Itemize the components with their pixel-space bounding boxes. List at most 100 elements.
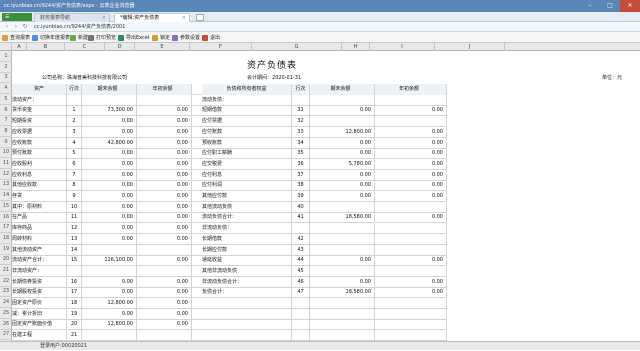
- url-field[interactable]: cc.iyunbiao.cn/9244/资产负债表/2001: [30, 23, 590, 31]
- switch-year-button[interactable]: 切换年度报表: [32, 34, 70, 42]
- table-cell[interactable]: 0.00: [137, 148, 192, 159]
- row-header[interactable]: 9: [0, 137, 12, 148]
- table-cell[interactable]: 35: [292, 148, 310, 159]
- table-cell[interactable]: [137, 266, 192, 277]
- table-cell[interactable]: 15: [67, 255, 82, 266]
- table-cell[interactable]: 0.00: [310, 148, 375, 159]
- table-cell[interactable]: 0.00: [137, 319, 192, 330]
- table-cell[interactable]: 37: [292, 170, 310, 181]
- table-cell[interactable]: 17: [67, 287, 82, 298]
- table-cell[interactable]: 固定资产账面价值: [12, 319, 67, 330]
- corner-cell[interactable]: [0, 43, 12, 51]
- col-header[interactable]: G: [252, 43, 342, 51]
- row-header[interactable]: 22: [0, 276, 12, 287]
- table-cell[interactable]: [292, 223, 310, 234]
- table-cell[interactable]: [310, 266, 375, 277]
- maximize-icon[interactable]: □: [600, 0, 620, 12]
- row-header[interactable]: 4: [0, 83, 12, 94]
- table-cell[interactable]: 12,800.00: [82, 298, 137, 309]
- table-cell[interactable]: 14: [67, 245, 82, 256]
- table-cell[interactable]: 0.00: [137, 234, 192, 245]
- table-cell[interactable]: 存货: [12, 191, 67, 202]
- col-header[interactable]: J: [435, 43, 505, 51]
- table-cell[interactable]: 其他应付款: [202, 191, 292, 202]
- table-cell[interactable]: [310, 319, 375, 330]
- table-cell[interactable]: 19: [67, 309, 82, 320]
- table-cell[interactable]: 12,800.00: [82, 319, 137, 330]
- table-cell[interactable]: 0.00: [137, 223, 192, 234]
- table-cell[interactable]: 21: [67, 330, 82, 341]
- back-icon[interactable]: ‹: [3, 23, 11, 31]
- table-cell[interactable]: 13: [67, 234, 82, 245]
- table-cell[interactable]: 0.00: [82, 170, 137, 181]
- table-cell[interactable]: 0.00: [137, 105, 192, 116]
- table-cell[interactable]: 12: [67, 223, 82, 234]
- table-cell[interactable]: 其他非流动负债: [202, 266, 292, 277]
- lock-button[interactable]: 锁定: [152, 34, 170, 42]
- exit-button[interactable]: 退出: [202, 34, 220, 42]
- col-header[interactable]: A: [12, 43, 27, 51]
- table-cell[interactable]: 0.00: [82, 148, 137, 159]
- table-cell[interactable]: 0.00: [310, 255, 375, 266]
- query-report-button[interactable]: 查询报表: [2, 34, 30, 42]
- table-cell[interactable]: 0.00: [375, 105, 447, 116]
- table-cell[interactable]: 周转材料: [12, 234, 67, 245]
- col-header[interactable]: I: [370, 43, 435, 51]
- table-cell[interactable]: 0.00: [137, 159, 192, 170]
- table-cell[interactable]: 38: [292, 180, 310, 191]
- table-cell[interactable]: [67, 95, 82, 106]
- table-cell[interactable]: [292, 319, 310, 330]
- table-cell[interactable]: [202, 330, 292, 341]
- table-cell[interactable]: [67, 266, 82, 277]
- tab-report-nav[interactable]: 财务报表导航×: [34, 13, 110, 22]
- table-cell[interactable]: 6: [67, 159, 82, 170]
- row-header[interactable]: 18: [0, 233, 12, 244]
- table-header-cell[interactable]: 行次: [67, 84, 82, 95]
- table-cell[interactable]: 39: [292, 191, 310, 202]
- table-cell[interactable]: 流动资产合计：: [12, 255, 67, 266]
- row-header[interactable]: 5: [0, 94, 12, 105]
- new-button[interactable]: 新建: [70, 34, 88, 42]
- table-cell[interactable]: 0.00: [137, 202, 192, 213]
- row-header[interactable]: 3: [0, 72, 12, 83]
- table-cell[interactable]: [202, 298, 292, 309]
- table-cell[interactable]: [310, 234, 375, 245]
- table-cell[interactable]: [310, 223, 375, 234]
- row-header[interactable]: 8: [0, 126, 12, 137]
- table-cell[interactable]: 其他流动负债: [202, 202, 292, 213]
- table-cell[interactable]: [375, 234, 447, 245]
- table-cell[interactable]: 18: [67, 298, 82, 309]
- table-cell[interactable]: [375, 95, 447, 106]
- row-header[interactable]: 23: [0, 286, 12, 297]
- table-cell[interactable]: 47: [292, 287, 310, 298]
- table-cell[interactable]: 非流动负债：: [202, 223, 292, 234]
- table-cell[interactable]: 73,300.00: [82, 105, 137, 116]
- table-cell[interactable]: [292, 309, 310, 320]
- table-cell[interactable]: 0.00: [137, 191, 192, 202]
- row-header[interactable]: 2: [0, 62, 12, 73]
- table-cell[interactable]: 0.00: [82, 223, 137, 234]
- table-cell[interactable]: 应付账款: [202, 127, 292, 138]
- table-cell[interactable]: [310, 202, 375, 213]
- table-cell[interactable]: 0.00: [310, 277, 375, 288]
- table-cell[interactable]: 应收利息: [12, 170, 67, 181]
- table-header-cell[interactable]: 行次: [292, 84, 310, 95]
- table-cell[interactable]: 在建工程: [12, 330, 67, 341]
- table-cell[interactable]: 0.00: [82, 202, 137, 213]
- table-cell[interactable]: 1: [67, 105, 82, 116]
- row-header[interactable]: 19: [0, 244, 12, 255]
- table-cell[interactable]: 43: [292, 245, 310, 256]
- print-preview-button[interactable]: 打印预览: [88, 34, 116, 42]
- table-cell[interactable]: 0.00: [82, 127, 137, 138]
- table-cell[interactable]: 0.00: [82, 116, 137, 127]
- table-cell[interactable]: 0.00: [82, 180, 137, 191]
- table-cell[interactable]: 45: [292, 266, 310, 277]
- table-cell[interactable]: [202, 309, 292, 320]
- row-header[interactable]: 15: [0, 201, 12, 212]
- table-cell[interactable]: 5: [67, 148, 82, 159]
- table-cell[interactable]: 0.00: [375, 170, 447, 181]
- table-cell[interactable]: 44: [292, 255, 310, 266]
- table-cell[interactable]: 减：累计折旧: [12, 309, 67, 320]
- table-cell[interactable]: 41: [292, 212, 310, 223]
- table-cell[interactable]: 0.00: [137, 309, 192, 320]
